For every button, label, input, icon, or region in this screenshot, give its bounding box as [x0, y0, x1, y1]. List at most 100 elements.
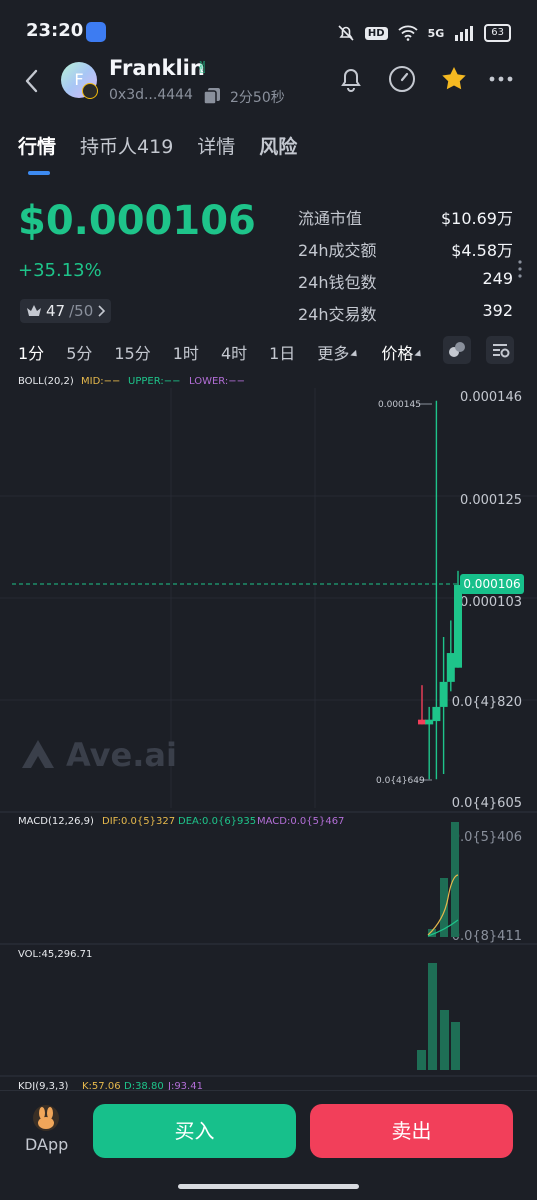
macd-bar	[440, 878, 448, 937]
current-price: $0.000106	[18, 198, 256, 244]
candle-body	[432, 706, 441, 722]
interval-1m[interactable]: 1分	[18, 340, 44, 364]
wifi-icon	[397, 25, 418, 41]
stats-panel: 流通市值 $10.69万 24h成交额 $4.58万 24h钱包数 249 24h交易…	[298, 205, 513, 333]
ave-logo-icon	[22, 740, 54, 768]
more-icon[interactable]	[486, 64, 516, 94]
y-axis-label: 0.0{4}605	[452, 796, 522, 811]
rank-badge[interactable]: 47/50	[20, 299, 112, 323]
hd-badge: HD	[364, 26, 388, 40]
stat-label: 24h钱包数	[298, 273, 377, 292]
kdj-j: J:93.41	[167, 1081, 203, 1090]
dapp-label[interactable]: DApp	[25, 1135, 68, 1154]
interval-more-label: 更多	[317, 344, 350, 363]
tab-market[interactable]: 行情	[18, 132, 56, 159]
stats-more-icon[interactable]	[515, 256, 525, 286]
stat-row: 流通市值 $10.69万	[298, 205, 513, 237]
signal-icon	[455, 26, 474, 41]
watermark-text: Ave.ai	[66, 736, 177, 774]
chain-bnb-icon	[82, 83, 98, 99]
interval-1h[interactable]: 1时	[173, 340, 199, 364]
status-icons: HD 5G 63	[337, 22, 511, 44]
stat-label: 24h成交额	[298, 241, 377, 260]
kdj-k: K:57.06	[82, 1081, 121, 1090]
stat-row: 24h钱包数 249	[298, 269, 513, 301]
battery-icon: 63	[484, 24, 511, 42]
y-axis-label: 0.0{4}820	[452, 695, 522, 710]
boll-lower: LOWER:−−	[189, 376, 245, 387]
token-address[interactable]: 0x3d...4444	[109, 87, 193, 103]
interval-15m[interactable]: 15分	[114, 340, 150, 364]
price-mode-dropdown[interactable]: 价格	[381, 340, 424, 364]
boll-mid: MID:−−	[81, 376, 120, 387]
rank-total: /50	[69, 302, 94, 320]
macd-y-top: 0.0{5}406	[452, 830, 522, 845]
vol-bar	[428, 963, 437, 1070]
stat-row: 24h成交额 $4.58万	[298, 237, 513, 269]
candles-group	[418, 400, 462, 780]
vol-bar	[451, 1022, 460, 1070]
tab-holders[interactable]: 持币人419	[80, 132, 173, 159]
stat-value: $4.58万	[451, 241, 513, 260]
verified-hand-icon: ✌	[196, 58, 210, 77]
stat-row: 24h交易数 392	[298, 301, 513, 333]
candle-body	[425, 719, 434, 725]
status-time: 23:20	[26, 20, 84, 41]
tab-details[interactable]: 详情	[197, 132, 235, 159]
circles-icon	[449, 342, 465, 357]
candle-body	[439, 681, 448, 707]
interval-bar: 1分 5分 15分 1时 4时 1日 更多 价格	[18, 340, 424, 364]
candle-body	[418, 719, 426, 725]
stat-label: 流通市值	[298, 209, 363, 228]
chart-settings-icon	[493, 344, 510, 358]
caret-down-icon	[414, 349, 424, 360]
price-mode-label: 价格	[381, 344, 414, 363]
vol-bar	[440, 1010, 449, 1070]
token-name: Franklin	[109, 56, 205, 80]
macd-y-bottom: 0.0{8}411	[452, 929, 522, 944]
y-axis-label: 0.000103	[460, 595, 522, 610]
stat-value: 249	[482, 269, 513, 288]
macd-label: MACD(12,26,9)	[18, 816, 94, 827]
mute-icon	[338, 25, 354, 41]
buy-button[interactable]: 买入	[93, 1104, 296, 1158]
bell-icon[interactable]	[336, 64, 366, 94]
kdj-d: D:38.80	[124, 1081, 164, 1090]
chart-settings-button[interactable]	[486, 336, 514, 364]
home-indicator	[178, 1184, 359, 1189]
caret-down-icon	[350, 349, 360, 360]
boll-label: BOLL(20,2)	[18, 376, 74, 387]
stat-label: 24h交易数	[298, 305, 377, 324]
tab-active-indicator	[28, 171, 50, 175]
copy-icon[interactable]	[203, 87, 221, 105]
current-price-tag: 0.000106	[463, 577, 520, 591]
star-icon[interactable]	[439, 64, 469, 94]
crown-icon	[27, 305, 41, 316]
interval-4h[interactable]: 4时	[221, 340, 247, 364]
price-change: +35.13%	[18, 260, 102, 281]
network-label: 5G	[427, 26, 445, 40]
tab-risk[interactable]: 风险	[259, 132, 297, 159]
back-button[interactable]	[18, 64, 48, 98]
y-axis-label: 0.000125	[460, 493, 522, 508]
dapp-bunny-icon[interactable]	[33, 1105, 59, 1131]
y-axis-label: 0.000146	[460, 390, 522, 405]
vol-bar	[417, 1050, 426, 1070]
macd-dea: DEA:0.0{6}935	[178, 816, 256, 827]
kline-chart[interactable]: BOLL(20,2) MID:−− UPPER:−− LOWER:−− 0.00…	[0, 368, 537, 1090]
boll-upper: UPPER:−−	[128, 376, 180, 387]
tab-bar: 行情 持币人419 详情 风险	[18, 132, 297, 159]
macd-dif: DIF:0.0{5}327	[102, 816, 175, 827]
interval-1d[interactable]: 1日	[269, 340, 295, 364]
macd-macd: MACD:0.0{5}467	[257, 816, 344, 827]
token-age: 2分50秒	[230, 90, 285, 106]
high-marker: 0.000145	[378, 400, 421, 410]
indicator-toggle-button[interactable]	[443, 336, 471, 364]
stat-value: $10.69万	[441, 209, 513, 228]
chevron-right-icon	[98, 305, 106, 317]
gauge-icon[interactable]	[387, 64, 417, 94]
chart-grid	[0, 388, 537, 1077]
interval-5m[interactable]: 5分	[66, 340, 92, 364]
sell-button[interactable]: 卖出	[310, 1104, 513, 1158]
interval-more-dropdown[interactable]: 更多	[317, 340, 360, 364]
